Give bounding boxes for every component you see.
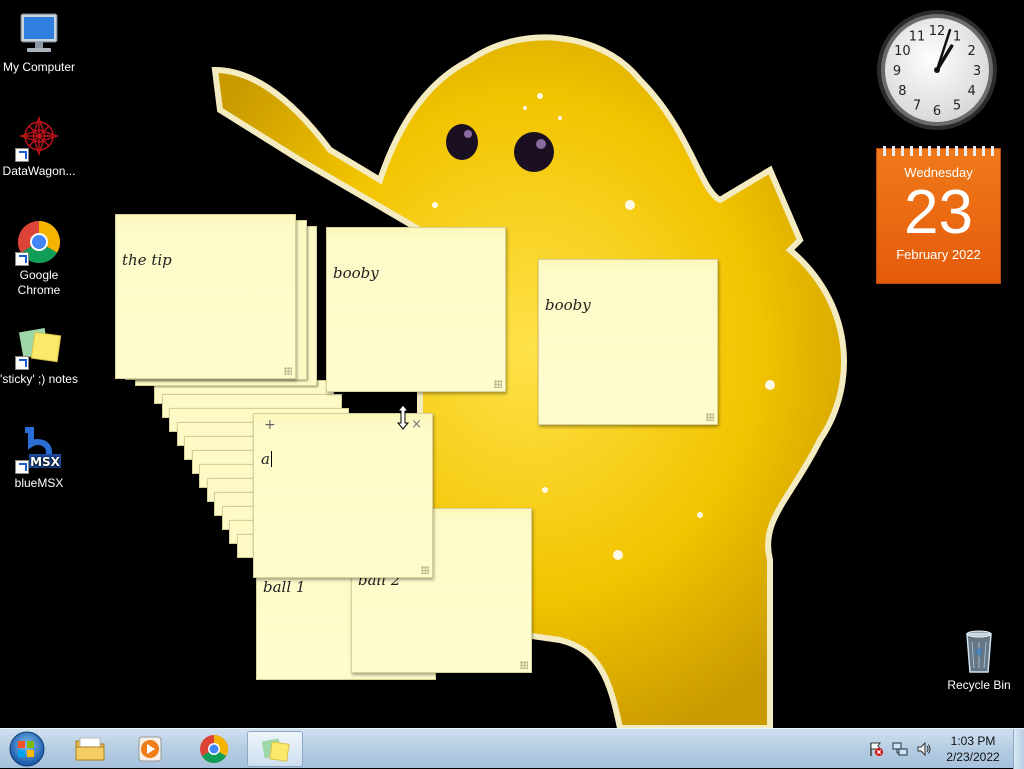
desktop-icon-label: blueMSX	[14, 476, 64, 490]
chrome-icon	[200, 735, 228, 763]
sticky-notes-icon	[15, 322, 63, 370]
system-tray: 1:03 PM 2/23/2022	[860, 729, 1024, 769]
note-text-editing[interactable]: a	[261, 450, 272, 468]
taskbar-clock[interactable]: 1:03 PM 2/23/2022	[940, 733, 1006, 765]
show-desktop-button[interactable]	[1013, 729, 1024, 769]
calendar-rings	[883, 146, 994, 156]
resize-grip-icon[interactable]	[494, 380, 502, 388]
note-text[interactable]: booby	[545, 296, 591, 314]
desktop-icon-label: My Computer	[2, 60, 76, 74]
desktop-icon-google-chrome[interactable]: Google Chrome	[0, 218, 78, 298]
resize-grip-icon[interactable]	[520, 661, 528, 669]
clock-gadget[interactable]: 12 12 3 45678 9 1011	[875, 8, 999, 132]
taskbar-sticky-notes-button[interactable]	[247, 731, 303, 767]
desktop-icon-label: 'sticky' ;) notes	[0, 372, 78, 386]
sticky-notes-icon	[261, 738, 290, 762]
clock-numeral: 7	[913, 99, 921, 114]
taskbar: 1:03 PM 2/23/2022	[0, 728, 1024, 769]
clock-numeral: 3	[973, 64, 981, 79]
desktop-icon-label: DataWagon...	[2, 164, 76, 178]
sticky-note[interactable]: booby	[326, 227, 506, 392]
action-center-flag-icon[interactable]	[868, 741, 884, 757]
calendar-month: February 2022	[896, 247, 981, 262]
clock-numeral: 9	[893, 64, 901, 79]
clock-numeral: 2	[967, 44, 975, 59]
note-text[interactable]: the tip	[122, 251, 172, 269]
recycle-bin-icon	[955, 628, 1003, 676]
desktop-icon-datawagon[interactable]: DataWagon...	[0, 114, 78, 179]
shortcut-arrow-icon	[15, 148, 29, 162]
taskbar-explorer-button[interactable]	[62, 731, 118, 767]
sticky-note[interactable]: the tip	[115, 214, 296, 379]
desktop-icon-recycle-bin[interactable]: Recycle Bin	[940, 628, 1018, 693]
desktop-icon-bluemsx[interactable]: MSX blueMSX	[0, 426, 78, 491]
calendar-day: 23	[904, 178, 973, 247]
clock-numeral: 12	[929, 24, 946, 39]
note-text[interactable]: ball 1	[263, 578, 305, 596]
media-player-icon	[138, 736, 162, 762]
clock-numeral: 4	[967, 84, 975, 99]
clock-numeral: 6	[933, 104, 941, 119]
add-note-button[interactable]: +	[264, 417, 276, 433]
clock-numeral: 11	[909, 29, 926, 44]
sticky-note[interactable]: booby	[538, 259, 718, 425]
resize-grip-icon[interactable]	[421, 566, 429, 574]
sticky-note-active[interactable]: + × a	[253, 413, 433, 578]
network-icon[interactable]	[892, 741, 908, 757]
volume-icon[interactable]	[916, 741, 932, 757]
svg-text:MSX: MSX	[30, 455, 61, 469]
clock-numeral: 1	[953, 29, 961, 44]
folder-icon	[75, 737, 105, 761]
taskbar-chrome-button[interactable]	[186, 731, 242, 767]
taskbar-date: 2/23/2022	[946, 750, 1000, 764]
desktop-icon-label: Google Chrome	[17, 268, 61, 297]
desktop-icon-sticky-notes[interactable]: 'sticky' ;) notes	[0, 322, 78, 387]
resize-cursor-icon	[396, 404, 410, 430]
shortcut-arrow-icon	[15, 252, 29, 266]
calendar-gadget[interactable]: Wednesday 23 February 2022	[876, 146, 1001, 284]
clock-numeral: 10	[894, 44, 911, 59]
desktop-icon-my-computer[interactable]: My Computer	[0, 10, 78, 75]
note-text[interactable]: booby	[333, 264, 379, 282]
start-button[interactable]	[4, 730, 50, 768]
bluemsx-icon: MSX	[15, 426, 63, 474]
clock-numeral: 5	[953, 99, 961, 114]
taskbar-media-player-button[interactable]	[122, 731, 178, 767]
delete-note-button[interactable]: ×	[411, 417, 422, 432]
computer-icon	[15, 10, 63, 58]
text-caret	[270, 451, 272, 467]
desktop-icon-label: Recycle Bin	[947, 678, 1011, 692]
shortcut-arrow-icon	[15, 460, 29, 474]
shortcut-arrow-icon	[15, 356, 29, 370]
clock-numeral: 8	[898, 84, 906, 99]
taskbar-time: 1:03 PM	[950, 734, 996, 748]
chrome-icon	[15, 218, 63, 266]
datawagon-icon	[15, 114, 63, 162]
resize-grip-icon[interactable]	[706, 413, 714, 421]
resize-grip-icon[interactable]	[284, 367, 292, 375]
